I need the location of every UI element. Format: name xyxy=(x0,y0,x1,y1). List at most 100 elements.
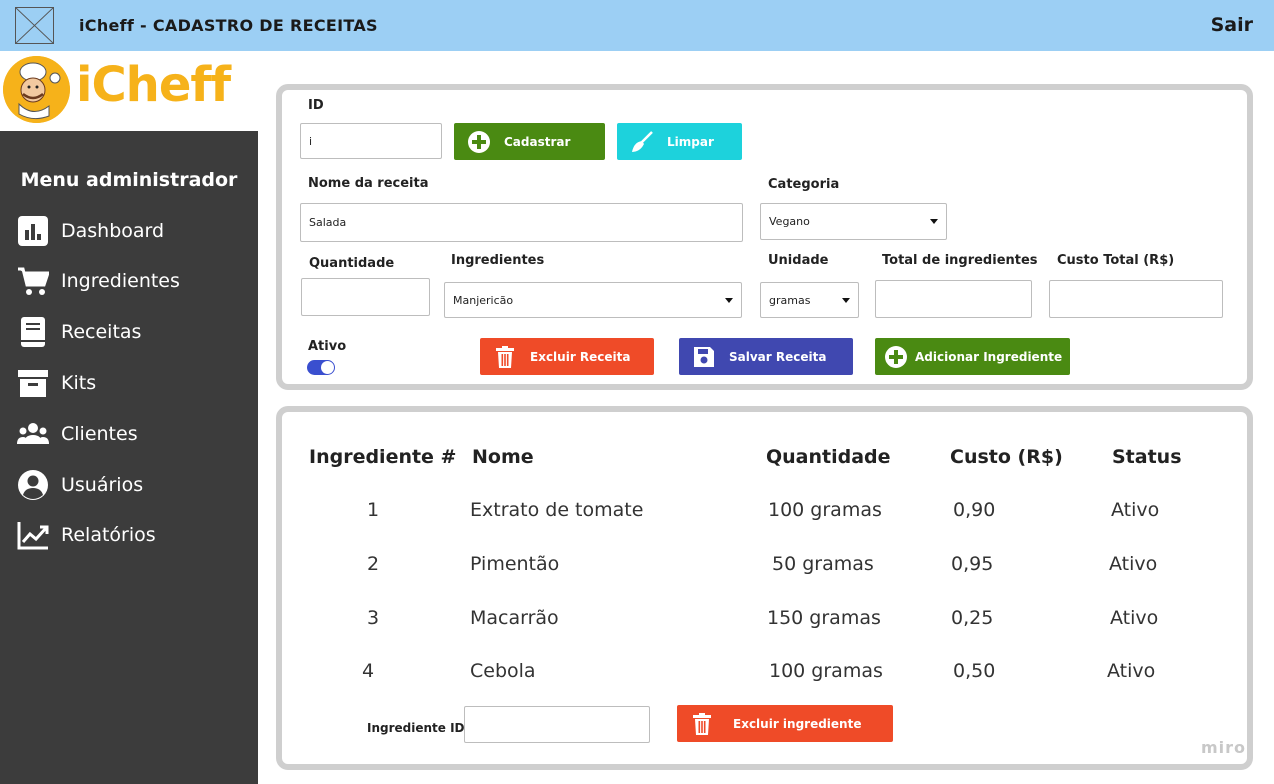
menu-title: Menu administrador xyxy=(20,169,238,191)
row-cost: 0,50 xyxy=(953,660,996,682)
total-ingredients-input[interactable] xyxy=(875,280,1032,318)
register-button[interactable]: Cadastrar xyxy=(454,123,605,160)
sidebar-item-kits[interactable]: Kits xyxy=(16,365,246,401)
ingredients-select[interactable]: Manjericão xyxy=(444,282,742,318)
row-name: Cebola xyxy=(470,660,536,682)
row-status: Ativo xyxy=(1110,607,1159,629)
category-label: Categoria xyxy=(768,177,840,192)
delete-ingredient-button-label: Excluir ingrediente xyxy=(733,716,862,731)
sidebar-item-label: Dashboard xyxy=(61,220,165,242)
row-name: Macarrão xyxy=(470,607,559,629)
row-quantity: 150 gramas xyxy=(767,607,881,629)
add-ingredient-button-label: Adicionar Ingrediente xyxy=(915,349,1063,364)
sidebar-item-label: Kits xyxy=(61,372,97,394)
chevron-down-icon xyxy=(725,297,733,303)
chevron-down-icon xyxy=(842,297,850,303)
category-select-value: Vegano xyxy=(769,215,810,228)
active-toggle[interactable] xyxy=(307,360,335,375)
total-ingredients-label: Total de ingredientes xyxy=(882,253,1038,268)
book-icon xyxy=(16,316,50,348)
page-title: iCheff - CADASTRO DE RECEITAS xyxy=(79,16,378,35)
row-cost: 0,90 xyxy=(953,499,996,521)
id-label: ID xyxy=(308,98,324,113)
sidebar-item-dashboard[interactable]: Dashboard xyxy=(16,213,246,249)
plus-circle-icon xyxy=(883,344,909,370)
row-name: Extrato de tomate xyxy=(470,499,644,521)
save-recipe-button[interactable]: Salvar Receita xyxy=(679,338,853,375)
watermark: miro xyxy=(1200,738,1246,757)
column-header: Status xyxy=(1112,446,1182,468)
category-select[interactable]: Vegano xyxy=(760,203,947,240)
brand-name: iCheff xyxy=(76,57,231,113)
register-button-label: Cadastrar xyxy=(504,134,571,149)
clear-button[interactable]: Limpar xyxy=(617,123,742,160)
column-header: Nome xyxy=(472,446,534,468)
user-circle-icon xyxy=(16,469,50,501)
trend-chart-icon xyxy=(16,519,50,551)
cart-icon xyxy=(16,265,50,297)
sidebar-item-relatorios[interactable]: Relatórios xyxy=(16,517,246,553)
save-icon xyxy=(691,344,717,370)
chevron-down-icon xyxy=(930,219,938,224)
row-cost: 0,95 xyxy=(951,553,994,575)
unit-select-value: gramas xyxy=(769,293,811,307)
row-number: 2 xyxy=(367,553,380,575)
trash-icon xyxy=(492,344,518,370)
row-status: Ativo xyxy=(1109,553,1158,575)
row-number: 4 xyxy=(362,660,375,682)
row-quantity: 100 gramas xyxy=(768,499,882,521)
brand-logo: iCheff xyxy=(0,51,258,131)
sidebar-item-label: Receitas xyxy=(61,321,142,343)
quantity-label: Quantidade xyxy=(309,256,395,271)
ingredients-table-panel: Ingrediente # Nome Quantidade Custo (R$)… xyxy=(276,406,1253,770)
delete-ingredient-button[interactable]: Excluir ingrediente xyxy=(677,705,893,742)
unit-select[interactable]: gramas xyxy=(760,282,859,318)
unit-label: Unidade xyxy=(768,253,829,268)
sidebar-item-clientes[interactable]: Clientes xyxy=(16,416,246,452)
logout-button[interactable]: Sair xyxy=(1211,14,1253,36)
delete-recipe-button[interactable]: Excluir Receita xyxy=(480,338,654,375)
broom-icon xyxy=(629,129,655,155)
ingredients-select-value: Manjericão xyxy=(453,293,514,307)
plus-circle-icon xyxy=(466,129,492,155)
active-label: Ativo xyxy=(308,339,347,354)
top-bar: iCheff - CADASTRO DE RECEITAS Sair xyxy=(0,0,1274,51)
chef-logo-icon xyxy=(3,56,70,123)
ingredients-label: Ingredientes xyxy=(451,253,545,268)
ingredient-id-label: Ingrediente ID xyxy=(367,721,465,735)
archive-icon xyxy=(16,367,50,399)
clear-button-label: Limpar xyxy=(667,134,714,149)
recipe-form-panel: ID i Cadastrar Limpar Nome da receita Sa… xyxy=(276,84,1253,390)
row-quantity: 100 gramas xyxy=(769,660,883,682)
total-cost-input[interactable] xyxy=(1049,280,1223,318)
sidebar-item-label: Clientes xyxy=(61,423,138,445)
trash-icon xyxy=(689,711,715,737)
row-number: 3 xyxy=(367,607,380,629)
image-placeholder-icon xyxy=(15,7,54,44)
ingredient-id-input[interactable] xyxy=(464,706,650,743)
column-header: Quantidade xyxy=(766,446,891,468)
recipe-name-label: Nome da receita xyxy=(308,176,429,191)
users-icon xyxy=(16,418,50,450)
row-cost: 0,25 xyxy=(951,607,994,629)
row-name: Pimentão xyxy=(470,553,560,575)
column-header: Custo (R$) xyxy=(950,446,1063,468)
add-ingredient-button[interactable]: Adicionar Ingrediente xyxy=(875,338,1070,375)
chart-icon xyxy=(16,215,50,247)
sidebar-item-label: Usuários xyxy=(61,474,144,496)
recipe-name-input[interactable]: Salada xyxy=(300,203,743,242)
row-number: 1 xyxy=(367,499,380,521)
sidebar-item-ingredientes[interactable]: Ingredientes xyxy=(16,263,246,299)
save-recipe-button-label: Salvar Receita xyxy=(729,349,827,364)
sidebar-item-receitas[interactable]: Receitas xyxy=(16,314,246,350)
delete-recipe-button-label: Excluir Receita xyxy=(530,349,631,364)
quantity-input[interactable] xyxy=(301,278,430,316)
sidebar-item-usuarios[interactable]: Usuários xyxy=(16,467,246,503)
sidebar-item-label: Relatórios xyxy=(61,524,156,546)
sidebar-item-label: Ingredientes xyxy=(61,270,180,292)
column-header: Ingrediente # xyxy=(309,446,457,468)
sidebar: iCheff Menu administrador Dashboard Ingr… xyxy=(0,51,258,784)
row-status: Ativo xyxy=(1111,499,1160,521)
row-status: Ativo xyxy=(1107,660,1156,682)
id-input[interactable]: i xyxy=(300,123,442,159)
